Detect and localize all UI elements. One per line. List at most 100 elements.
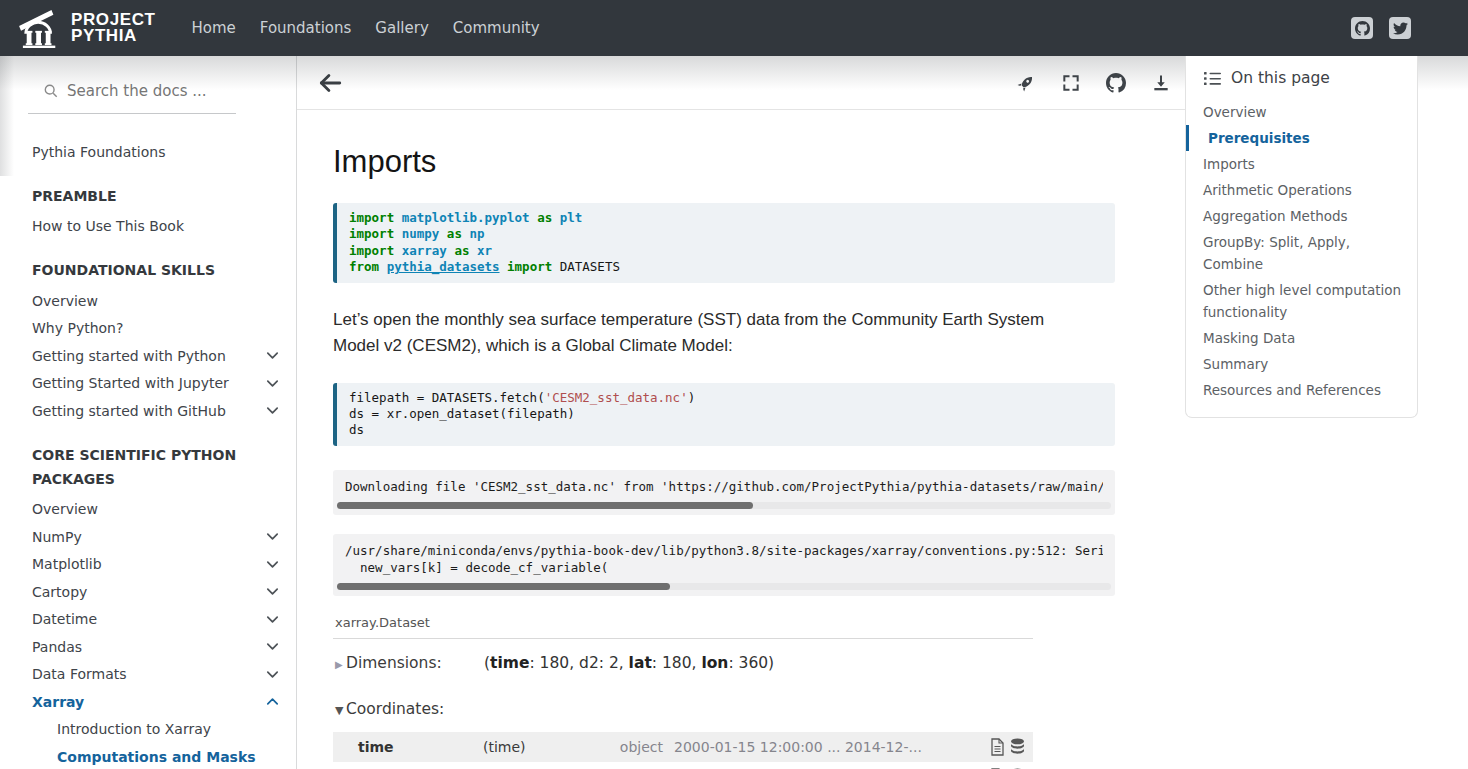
sidebar-item-pandas[interactable]: Pandas [0,633,296,661]
toc-item-prerequisites[interactable]: Prerequisites [1186,125,1417,151]
navbar: PROJECT PYTHIA Home Foundations Gallery Com… [0,0,1468,56]
coordinates-table: time(time)object 2000-01-15 12:00:00 ... … [333,732,1033,769]
nav-link-foundations[interactable]: Foundations [252,19,360,37]
expanded-arrow-icon: ▼ [333,704,346,717]
sidebar-item-label: Overview [32,501,279,517]
collapsed-arrow-icon: ▶ [333,659,346,670]
intro-paragraph: Let’s open the monthly sea surface tempe… [333,307,1078,359]
coord-dtype: object [583,739,663,755]
data-db-icon[interactable] [1010,738,1025,756]
back-arrow-button[interactable] [317,70,343,96]
sidebar-item-label: Cartopy [32,584,266,600]
sidebar-item-label: Xarray [32,694,266,710]
xarray-dimensions-row[interactable]: ▶ Dimensions: (time: 180, d2: 2, lat: 18… [333,654,1033,672]
chevron-down-icon [266,406,279,415]
sidebar-item-getting-started-with-python[interactable]: Getting started with Python [0,342,296,370]
nav-link-community[interactable]: Community [445,19,548,37]
sidebar-item-overview[interactable]: Overview [0,287,296,315]
toc-list: OverviewPrerequisitesImportsArithmetic O… [1186,99,1417,403]
toc-item-summary[interactable]: Summary [1186,351,1417,377]
sidebar-item-label: Data Formats [32,666,266,682]
nav-link-gallery[interactable]: Gallery [367,19,436,37]
xarray-coordinates-row[interactable]: ▼ Coordinates: [333,700,1033,718]
code-cell-open-dataset[interactable]: filepath = DATASETS.fetch('CESM2_sst_dat… [333,383,1115,446]
sidebar-nav: Pythia Foundations PREAMBLE How to Use Thi… [0,138,296,769]
brand-title: PROJECT PYTHIA [71,12,156,44]
toc-item-arithmetic-operations[interactable]: Arithmetic Operations [1186,177,1417,203]
sidebar-item-matplotlib[interactable]: Matplotlib [0,551,296,579]
fullscreen-button[interactable] [1061,73,1081,93]
sidebar-item-introduction-to-xarray[interactable]: Introduction to Xarray [0,716,296,744]
toc-item-aggregation-methods[interactable]: Aggregation Methods [1186,203,1417,229]
sidebar-item-how-to-use-this-book[interactable]: How to Use This Book [0,213,296,241]
article: Imports import matplotlib.pyplot as plti… [297,144,1185,769]
search-input[interactable]: Search the docs ... [28,82,236,114]
divider [333,638,1033,639]
horizontal-scrollbar[interactable] [337,502,1111,509]
nav-link-home[interactable]: Home [184,19,244,37]
coord-values: 2000-01-15 12:00:00 ... 2014-12-... [674,739,990,755]
coord-dims: (time) [483,739,583,755]
sidebar-item-label: Pythia Foundations [32,144,279,160]
sidebar-item-xarray[interactable]: Xarray [0,688,296,716]
sidebar-section-caption: CORE SCIENTIFIC PYTHON PACKAGES [32,442,256,492]
chevron-down-icon [266,351,279,360]
sidebar-item-overview[interactable]: Overview [0,496,296,524]
output-download: Downloading file 'CESM2_sst_data.nc' fro… [333,470,1115,516]
sidebar-item-datetime[interactable]: Datetime [0,606,296,634]
scrollbar-thumb[interactable] [337,502,753,509]
attrs-file-icon[interactable] [990,738,1005,756]
sidebar-item-label: Introduction to Xarray [57,721,279,737]
brand-logo[interactable]: PROJECT PYTHIA [18,8,156,48]
horizontal-scrollbar[interactable] [337,583,1111,590]
github-link[interactable] [1351,17,1373,39]
main-nav: Home Foundations Gallery Community [180,19,552,37]
toc-item-overview[interactable]: Overview [1186,99,1417,125]
code-cell-imports[interactable]: import matplotlib.pyplot as pltimport nu… [333,203,1115,283]
toc-item-groupby-split-apply-combine[interactable]: GroupBy: Split, Apply, Combine [1186,229,1417,277]
sidebar-item-cartopy[interactable]: Cartopy [0,578,296,606]
sidebar-item-label: Getting Started with Jupyter [32,375,266,391]
launch-rocket-button[interactable] [1016,73,1036,93]
download-button[interactable] [1151,73,1171,93]
github-icon [1355,21,1370,36]
main-column: Imports import matplotlib.pyplot as plti… [297,56,1185,769]
sidebar-item-getting-started-with-github[interactable]: Getting started with GitHub [0,397,296,425]
sidebar-item-label: NumPy [32,529,266,545]
coordinate-row-lat: lat(lat)float64-89.5 -88.5 -87.5 ... 88.… [333,762,1033,769]
github-repo-button[interactable] [1106,73,1126,93]
sidebar-item-label: Pandas [32,639,266,655]
sidebar-item-computations-and-masks[interactable]: Computations and Masks [0,743,296,769]
sidebar-item-label: Getting started with GitHub [32,403,266,419]
toc-item-resources-and-references[interactable]: Resources and References [1186,377,1417,403]
output-text: /usr/share/miniconda/envs/pythia-book-de… [345,543,1103,576]
page-toc: On this page OverviewPrerequisitesImport… [1185,56,1418,418]
search-icon [44,84,58,98]
sidebar-item-label: Why Python? [32,320,279,336]
sidebar-item-label: How to Use This Book [32,218,279,234]
toc-item-masking-data[interactable]: Masking Data [1186,325,1417,351]
dimensions-value: (time: 180, d2: 2, lat: 180, lon: 360) [484,654,774,672]
xarray-repr: xarray.Dataset ▶ Dimensions: (time: 180,… [333,615,1033,769]
twitter-link[interactable] [1389,17,1411,39]
toc-item-other-high-level-computation-functionality[interactable]: Other high level computation functionali… [1186,277,1417,325]
sidebar-item-why-python-[interactable]: Why Python? [0,315,296,343]
coordinate-row-time: time(time)object 2000-01-15 12:00:00 ... … [333,732,1033,762]
sidebar-item-data-formats[interactable]: Data Formats [0,661,296,689]
sidebar-item-label: Computations and Masks [57,749,279,765]
output-warning: /usr/share/miniconda/envs/pythia-book-de… [333,534,1115,596]
chevron-down-icon [266,615,279,624]
sidebar-section-caption: PREAMBLE [32,183,256,209]
toc-item-imports[interactable]: Imports [1186,151,1417,177]
sidebar-item-label: Matplotlib [32,556,266,572]
sidebar-item-label: Overview [32,293,279,309]
sidebar-item-label: Datetime [32,611,266,627]
chevron-down-icon [266,379,279,388]
chevron-down-icon [266,532,279,541]
sidebar-item-pythia-foundations[interactable]: Pythia Foundations [0,138,296,166]
pythia-temple-icon [18,8,64,48]
sidebar-item-numpy[interactable]: NumPy [0,523,296,551]
coord-name: time [333,739,483,755]
sidebar-item-getting-started-with-jupyter[interactable]: Getting Started with Jupyter [0,370,296,398]
scrollbar-thumb[interactable] [337,583,670,590]
